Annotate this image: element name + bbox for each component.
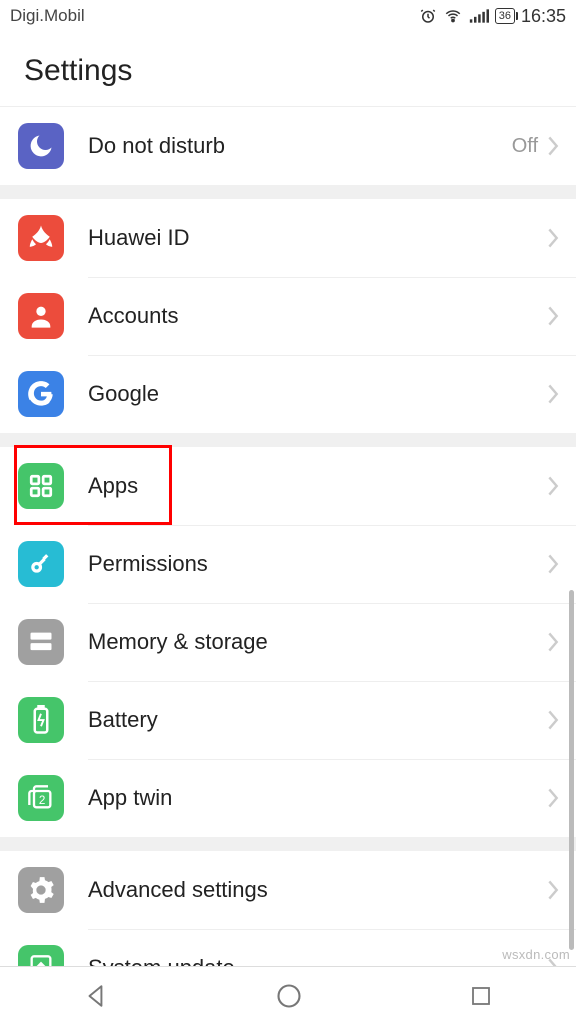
nav-back-button[interactable] [83, 983, 109, 1009]
twin-icon: 2 [18, 775, 64, 821]
chevron-right-icon [546, 135, 560, 157]
svg-text:2: 2 [39, 794, 45, 807]
status-bar: Digi.Mobil 36 16:35 [0, 0, 576, 32]
google-icon [18, 371, 64, 417]
nav-recent-button[interactable] [469, 984, 493, 1008]
row-accounts[interactable]: Accounts [0, 277, 576, 355]
row-label: Do not disturb [88, 133, 512, 159]
chevron-right-icon [546, 879, 560, 901]
watermark: wsxdn.com [502, 947, 570, 962]
carrier-label: Digi.Mobil [10, 6, 85, 26]
chevron-right-icon [546, 787, 560, 809]
signal-icon [469, 7, 489, 25]
row-label: Accounts [88, 303, 546, 329]
row-do-not-disturb[interactable]: Do not disturb Off [0, 107, 576, 185]
row-battery[interactable]: Battery [0, 681, 576, 759]
row-label: Battery [88, 707, 546, 733]
row-google[interactable]: Google [0, 355, 576, 433]
row-memory-storage[interactable]: Memory & storage [0, 603, 576, 681]
apps-icon [18, 463, 64, 509]
battery-indicator: 36 [495, 8, 515, 24]
chevron-right-icon [546, 631, 560, 653]
gear-icon [18, 867, 64, 913]
wifi-icon [443, 7, 463, 25]
key-icon [18, 541, 64, 587]
nav-home-button[interactable] [275, 982, 303, 1010]
settings-header: Settings [0, 32, 576, 107]
row-label: Google [88, 381, 546, 407]
dnd-status: Off [512, 135, 538, 158]
row-app-twin[interactable]: 2 App twin [0, 759, 576, 837]
navigation-bar [0, 966, 576, 1024]
settings-group-dnd: Do not disturb Off [0, 107, 576, 185]
chevron-right-icon [546, 709, 560, 731]
row-label: Huawei ID [88, 225, 546, 251]
storage-icon [18, 619, 64, 665]
chevron-right-icon [546, 383, 560, 405]
row-label: Permissions [88, 551, 546, 577]
row-apps[interactable]: Apps [0, 447, 576, 525]
row-huawei-id[interactable]: Huawei ID [0, 199, 576, 277]
page-title: Settings [24, 54, 552, 88]
settings-group-accounts: Huawei ID Accounts Google [0, 199, 576, 433]
chevron-right-icon [546, 227, 560, 249]
alarm-icon [419, 7, 437, 25]
row-label: Advanced settings [88, 877, 546, 903]
row-advanced-settings[interactable]: Advanced settings [0, 851, 576, 929]
chevron-right-icon [546, 305, 560, 327]
row-label: Memory & storage [88, 629, 546, 655]
moon-icon [18, 123, 64, 169]
row-permissions[interactable]: Permissions [0, 525, 576, 603]
chevron-right-icon [546, 553, 560, 575]
battery-icon [18, 697, 64, 743]
settings-group-apps: Apps Permissions Memory & storage Batter… [0, 447, 576, 837]
chevron-right-icon [546, 475, 560, 497]
row-label: App twin [88, 785, 546, 811]
row-label: Apps [88, 473, 546, 499]
account-icon [18, 293, 64, 339]
clock: 16:35 [521, 6, 566, 27]
huawei-icon [18, 215, 64, 261]
scrollbar[interactable] [569, 590, 574, 950]
